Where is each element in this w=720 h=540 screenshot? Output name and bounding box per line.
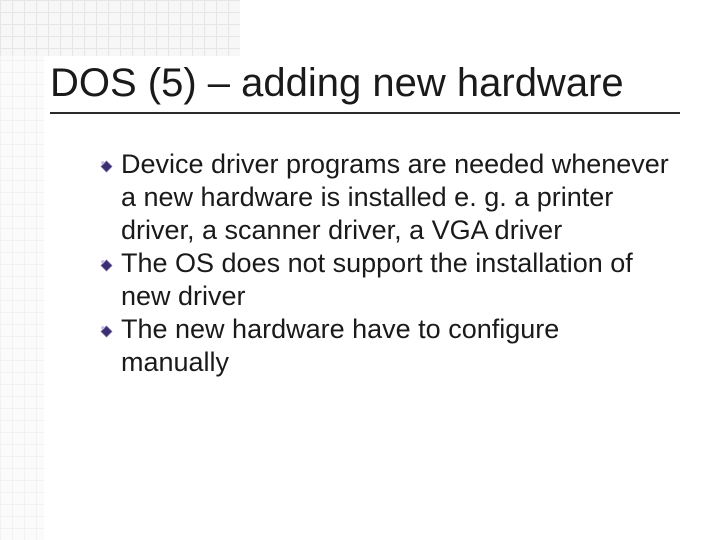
decorative-grid-top	[0, 0, 240, 56]
list-item-text: The new hardware have to configure manua…	[121, 313, 670, 379]
list-item: Device driver programs are needed whenev…	[100, 148, 670, 247]
diamond-bullet-icon	[100, 259, 113, 272]
slide-title: DOS (5) – adding new hardware	[50, 60, 680, 106]
slide-body: Device driver programs are needed whenev…	[50, 148, 680, 379]
slide-content: DOS (5) – adding new hardware Device dri…	[50, 60, 680, 379]
diamond-bullet-icon	[100, 160, 113, 173]
list-item-text: The OS does not support the installation…	[121, 247, 670, 313]
title-underline	[50, 112, 680, 114]
decorative-grid-left	[0, 0, 44, 540]
diamond-bullet-icon	[100, 325, 113, 338]
list-item: The OS does not support the installation…	[100, 247, 670, 313]
list-item-text: Device driver programs are needed whenev…	[121, 148, 670, 247]
list-item: The new hardware have to configure manua…	[100, 313, 670, 379]
